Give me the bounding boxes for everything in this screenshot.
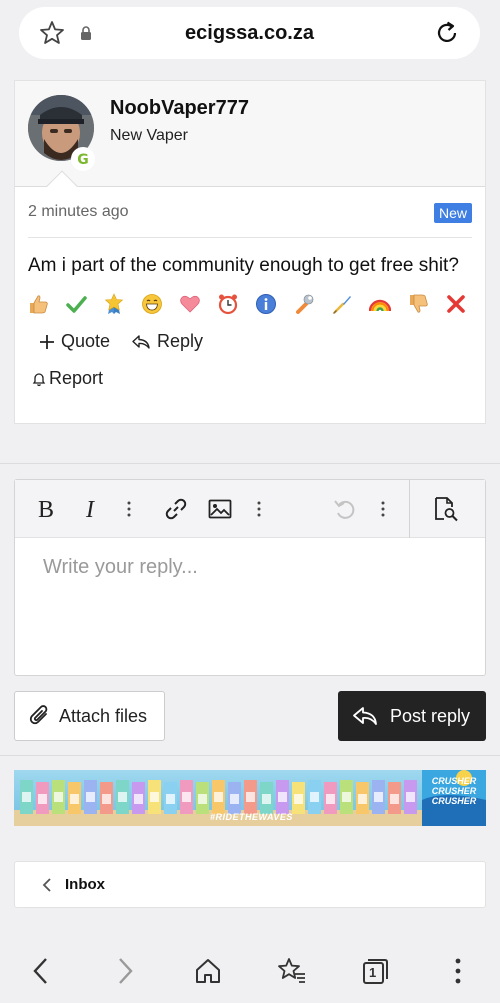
attach-files-button[interactable]: Attach files <box>14 691 165 741</box>
username[interactable]: NoobVaper777 <box>110 97 249 120</box>
advertisement-banner[interactable]: #RIDETHEWAVES CRUSHER CRUSHER CRUSHER <box>14 770 486 826</box>
post-reply-button[interactable]: Post reply <box>338 691 486 741</box>
link-icon[interactable] <box>163 496 189 522</box>
url-text[interactable]: ecigssa.co.za <box>19 22 480 45</box>
post-reply-label: Post reply <box>390 705 471 726</box>
reply-icon <box>353 707 377 725</box>
rainbow-icon[interactable] <box>369 293 391 315</box>
bell-icon <box>32 372 46 386</box>
svg-text:G: G <box>77 152 89 168</box>
inbox-link[interactable]: Inbox <box>14 861 486 908</box>
toolbar-separator <box>409 480 410 538</box>
attach-files-label: Attach files <box>59 705 148 726</box>
reply-editor: B I Write your reply... <box>14 479 486 676</box>
brush-icon[interactable] <box>331 293 353 315</box>
bold-icon[interactable]: B <box>33 496 59 522</box>
post-body: Am i part of the community enough to get… <box>28 255 459 276</box>
preview-icon[interactable] <box>433 496 459 522</box>
report-button[interactable]: Report <box>31 368 103 389</box>
editor-toolbar: B I <box>15 480 485 538</box>
reload-icon[interactable] <box>434 20 460 46</box>
reaction-bar <box>27 293 477 317</box>
star-medal-icon[interactable] <box>103 293 125 315</box>
user-title: New Vaper <box>110 127 188 144</box>
reply-input[interactable]: Write your reply... <box>43 556 198 579</box>
svg-text:B: B <box>38 498 54 520</box>
post-timestamp[interactable]: 2 minutes ago <box>28 203 129 221</box>
check-icon[interactable] <box>65 293 87 315</box>
reply-label: Reply <box>157 331 204 351</box>
inbox-label: Inbox <box>65 876 105 893</box>
forward-icon[interactable] <box>109 955 141 987</box>
banner-brand: CRUSHER CRUSHER CRUSHER <box>431 776 477 806</box>
home-icon[interactable] <box>192 955 224 987</box>
report-label: Report <box>49 368 104 388</box>
bookmarks-icon[interactable] <box>276 955 308 987</box>
alarm-clock-icon[interactable] <box>217 293 239 315</box>
svg-text:I: I <box>85 498 95 520</box>
back-icon[interactable] <box>25 955 57 987</box>
new-badge: New <box>433 203 472 223</box>
thumbs-up-icon[interactable] <box>27 293 49 315</box>
more-icon[interactable] <box>370 496 396 522</box>
reply-button[interactable]: Reply <box>131 331 203 352</box>
browser-top-bar: ecigssa.co.za <box>0 0 500 66</box>
tabs-icon[interactable]: 1 <box>359 955 391 987</box>
address-bar[interactable]: ecigssa.co.za <box>19 7 480 59</box>
thumbs-down-icon[interactable] <box>407 293 429 315</box>
undo-icon[interactable] <box>331 496 357 522</box>
info-icon[interactable] <box>255 293 277 315</box>
italic-icon[interactable]: I <box>77 496 103 522</box>
cross-icon[interactable] <box>445 293 467 315</box>
tab-count: 1 <box>369 965 377 980</box>
heart-icon[interactable] <box>179 293 201 315</box>
post-card: G NoobVaper777 New Vaper 2 minutes ago N… <box>14 80 486 424</box>
more-icon[interactable] <box>246 496 272 522</box>
browser-bottom-nav: 1 <box>0 940 500 1003</box>
grin-icon[interactable] <box>141 293 163 315</box>
quote-button[interactable]: Quote <box>39 331 110 352</box>
section-divider <box>0 755 500 756</box>
more-icon[interactable] <box>116 496 142 522</box>
quote-label: Quote <box>61 331 111 351</box>
menu-icon[interactable] <box>442 955 474 987</box>
wrench-icon[interactable] <box>293 293 315 315</box>
avatar-badge-icon: G <box>71 147 95 171</box>
image-icon[interactable] <box>207 496 233 522</box>
paperclip-icon <box>29 705 48 725</box>
banner-hashtag: #RIDETHEWAVES <box>210 812 293 822</box>
post-divider <box>28 237 472 238</box>
post-user-header: G NoobVaper777 New Vaper <box>15 81 485 187</box>
section-divider <box>0 463 500 464</box>
reply-icon <box>132 334 150 349</box>
plus-icon <box>40 334 54 349</box>
chevron-left-icon <box>42 878 51 892</box>
